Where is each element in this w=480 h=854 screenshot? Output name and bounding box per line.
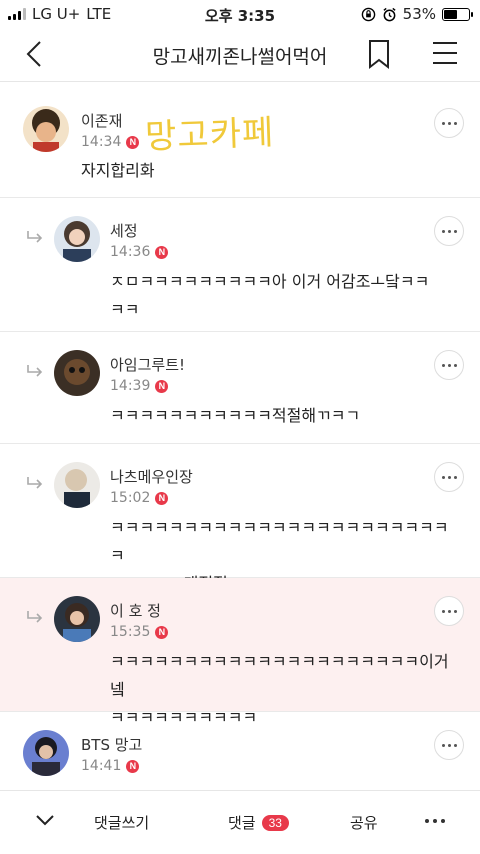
comment-item: 나츠메우인장 15:02 N ㅋㅋㅋㅋㅋㅋㅋㅋㅋㅋㅋㅋㅋㅋㅋㅋㅋㅋㅋㅋㅋㅋㅋㅋ … xyxy=(0,444,480,593)
more-button[interactable] xyxy=(434,350,464,380)
reply-arrow-icon xyxy=(27,477,43,489)
more-button[interactable] xyxy=(434,108,464,138)
comment-author[interactable]: 나츠메우인장 xyxy=(110,466,193,487)
more-button[interactable] xyxy=(434,730,464,760)
battery-percent: 53% xyxy=(402,5,436,23)
comment-meta: 15:02 N xyxy=(110,490,169,506)
new-badge: N xyxy=(155,379,169,393)
status-bar: LG U+ LTE 오후 3:35 53% xyxy=(0,0,480,28)
battery-fill xyxy=(444,9,457,19)
comment-item: 이존재 14:34 N 망고카페 자지합리화 xyxy=(0,90,480,198)
new-badge: N xyxy=(126,135,140,149)
menu-icon[interactable] xyxy=(430,38,460,68)
comment-author[interactable]: BTS 망고 xyxy=(81,734,142,755)
more-icon[interactable] xyxy=(425,819,445,823)
avatar[interactable] xyxy=(54,596,100,642)
comment-time: 14:41 xyxy=(81,758,122,774)
handwritten-overlay: 망고카페 xyxy=(144,112,275,158)
nav-bar: 망고새끼존나썰어먹어 xyxy=(0,28,480,82)
comment-time: 15:35 xyxy=(110,624,151,640)
new-badge: N xyxy=(155,245,169,259)
more-button[interactable] xyxy=(434,596,464,626)
new-badge: N xyxy=(155,625,169,639)
comment-text: ㅈㅁㅋㅋㅋㅋㅋㅋㅋㅋㅋ아 이거 어감조ㅗ닼ㅋㅋ ㅋㅋ xyxy=(110,272,430,319)
comment-item-highlighted: 이 호 정 15:35 N ㅋㅋㅋㅋㅋㅋㅋㅋㅋㅋㅋㅋㅋㅋㅋㅋㅋㅋㅋㅋㅋ이거넼 ㅋ… xyxy=(0,578,480,727)
bookmark-icon[interactable] xyxy=(364,36,394,72)
back-icon[interactable] xyxy=(20,36,56,72)
new-badge: N xyxy=(126,759,140,773)
avatar[interactable] xyxy=(54,462,100,508)
comment-meta: 14:36 N xyxy=(110,244,169,260)
comments-label: 댓글 xyxy=(228,814,256,832)
new-badge: N xyxy=(155,491,169,505)
share-button[interactable]: 공유 xyxy=(350,812,378,833)
reply-arrow-icon xyxy=(27,611,43,623)
comment-author[interactable]: 아임그루트! xyxy=(110,354,185,375)
avatar[interactable] xyxy=(23,106,69,152)
comment-time: 15:02 xyxy=(110,490,151,506)
battery-icon xyxy=(442,7,473,21)
alarm-icon xyxy=(383,7,396,21)
reply-arrow-icon xyxy=(27,231,43,243)
avatar[interactable] xyxy=(23,730,69,776)
bottom-toolbar: 댓글쓰기 댓글 33 공유 xyxy=(0,790,480,854)
more-button[interactable] xyxy=(434,462,464,492)
comment-count-badge: 33 xyxy=(261,814,289,831)
comments-button[interactable]: 댓글 33 xyxy=(228,812,289,833)
comment-text: 자지합리화 xyxy=(81,161,155,180)
comment-text: ㅋㅋㅋㅋㅋㅋㅋㅋㅋㅋㅋ적절해ㄲㅋㄱ xyxy=(110,406,361,425)
page-title: 망고새끼존나썰어먹어 xyxy=(152,46,328,68)
write-comment-button[interactable]: 댓글쓰기 xyxy=(94,812,149,833)
comment-author[interactable]: 이 호 정 xyxy=(110,600,161,621)
avatar[interactable] xyxy=(54,350,100,396)
comment-time: 14:39 xyxy=(110,378,151,394)
comment-author[interactable]: 세정 xyxy=(110,220,138,241)
more-button[interactable] xyxy=(434,216,464,246)
comment-meta: 15:35 N xyxy=(110,624,169,640)
comment-meta: 14:39 N xyxy=(110,378,169,394)
comment-time: 14:34 xyxy=(81,134,122,150)
comment-item: 세정 14:36 N ㅈㅁㅋㅋㅋㅋㅋㅋㅋㅋㅋ아 이거 어감조ㅗ닼ㅋㅋ ㅋㅋ xyxy=(0,198,480,332)
rotation-lock-icon xyxy=(361,7,375,21)
comment-time: 14:36 xyxy=(110,244,151,260)
comment-meta: 14:34 N xyxy=(81,134,140,150)
comment-meta: 14:41 N xyxy=(81,758,140,774)
avatar[interactable] xyxy=(54,216,100,262)
comment-list: 이존재 14:34 N 망고카페 자지합리화 세정 14:36 N ㅈㅁㅋㅋㅋㅋ… xyxy=(0,90,480,832)
comment-author[interactable]: 이존재 xyxy=(81,110,122,131)
reply-arrow-icon xyxy=(27,365,43,377)
comment-item: 아임그루트! 14:39 N ㅋㅋㅋㅋㅋㅋㅋㅋㅋㅋㅋ적절해ㄲㅋㄱ xyxy=(0,332,480,444)
status-right: 53% xyxy=(361,5,473,23)
chevron-down-icon[interactable] xyxy=(34,813,56,827)
